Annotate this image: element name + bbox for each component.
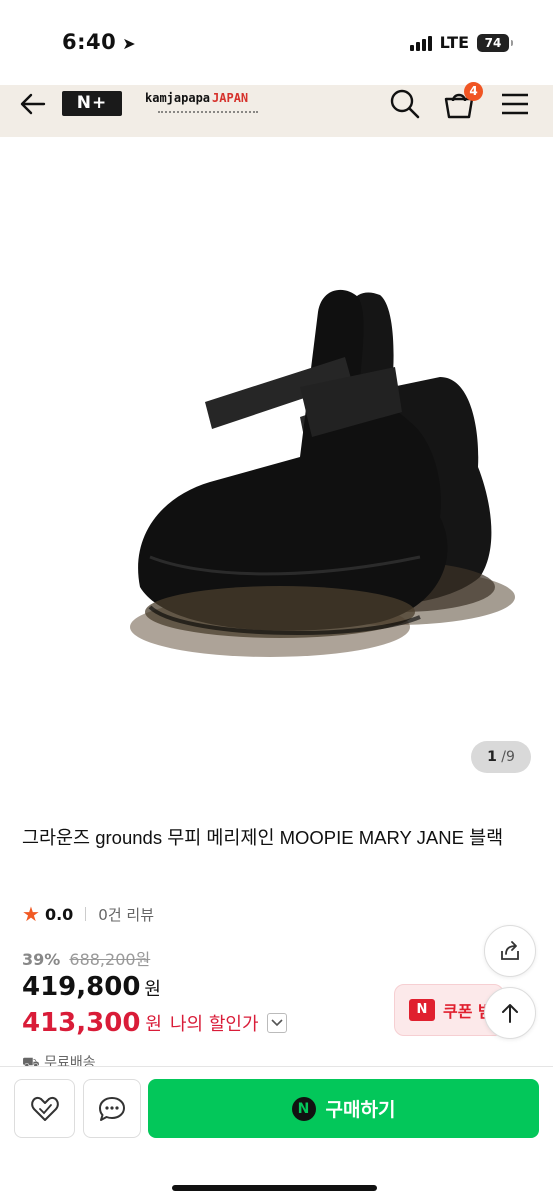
price-unit: 원 — [144, 979, 161, 1000]
naver-pay-icon: N — [291, 1096, 316, 1121]
talk-button[interactable] — [83, 1079, 141, 1138]
naver-coupon-icon: N — [409, 999, 435, 1021]
cart-count-badge: 4 — [464, 82, 483, 101]
signal-icon — [409, 35, 432, 51]
scroll-top-button[interactable] — [484, 987, 536, 1039]
brand-subtext — [158, 107, 258, 113]
home-indicator[interactable] — [172, 1185, 377, 1191]
status-time: 6:40 ➤ — [62, 30, 137, 54]
status-indicators: LTE 74 — [409, 33, 513, 52]
my-discount-price: 413,300 — [22, 1008, 141, 1038]
store-brand[interactable]: kamjapapa JAPAN — [145, 91, 248, 105]
discount-row: 39% 688,200원 — [22, 946, 150, 970]
product-photo — [130, 289, 515, 657]
rating-row[interactable]: ★ 0.0 0건 리뷰 — [22, 902, 154, 926]
location-arrow-icon: ➤ — [122, 34, 137, 53]
share-icon — [501, 941, 519, 960]
nplus-logo[interactable]: N+ — [62, 91, 122, 116]
search-button[interactable] — [388, 87, 422, 121]
my-price-row[interactable]: 413,300 원 나의 할인가 — [22, 1008, 287, 1038]
star-icon: ★ — [22, 902, 40, 926]
status-bar: 6:40 ➤ LTE 74 — [0, 0, 553, 85]
back-button[interactable] — [18, 89, 48, 119]
hamburger-menu-icon — [502, 93, 528, 115]
app-header: N+ kamjapapa JAPAN 4 — [0, 82, 553, 137]
buy-button[interactable]: N 구매하기 — [148, 1079, 539, 1138]
divider — [85, 907, 87, 921]
image-counter: 1 /9 — [471, 741, 531, 773]
menu-button[interactable] — [498, 87, 532, 121]
review-count[interactable]: 0건 리뷰 — [98, 904, 154, 925]
heart-icon — [30, 1096, 59, 1121]
my-price-unit: 원 — [145, 1014, 162, 1035]
chat-bubble-icon — [99, 1096, 125, 1121]
shipping-info: ⛟ 무료배송 — [22, 1052, 96, 1067]
back-arrow-icon — [20, 93, 46, 115]
sale-price: 419,800 — [22, 972, 141, 1002]
product-image-carousel[interactable]: 1 /9 — [0, 137, 553, 792]
price-row: 419,800 원 — [22, 972, 161, 1002]
search-icon — [390, 89, 420, 119]
battery-icon: 74 — [477, 33, 513, 52]
bottom-action-bar: N 구매하기 — [0, 1066, 553, 1200]
chevron-down-icon[interactable] — [266, 1013, 287, 1033]
share-button[interactable] — [484, 925, 536, 977]
original-price: 688,200원 — [69, 950, 151, 969]
rating-score: 0.0 — [44, 904, 74, 924]
product-title: 그라운즈 grounds 무피 메리제인 MOOPIE MARY JANE 블랙 — [22, 827, 504, 848]
wishlist-button[interactable] — [14, 1079, 75, 1138]
network-type: LTE — [439, 33, 469, 52]
arrow-up-icon — [502, 1004, 518, 1023]
buy-label: 구매하기 — [325, 1099, 396, 1121]
my-price-label: 나의 할인가 — [169, 1014, 259, 1035]
discount-rate: 39% — [22, 950, 61, 969]
